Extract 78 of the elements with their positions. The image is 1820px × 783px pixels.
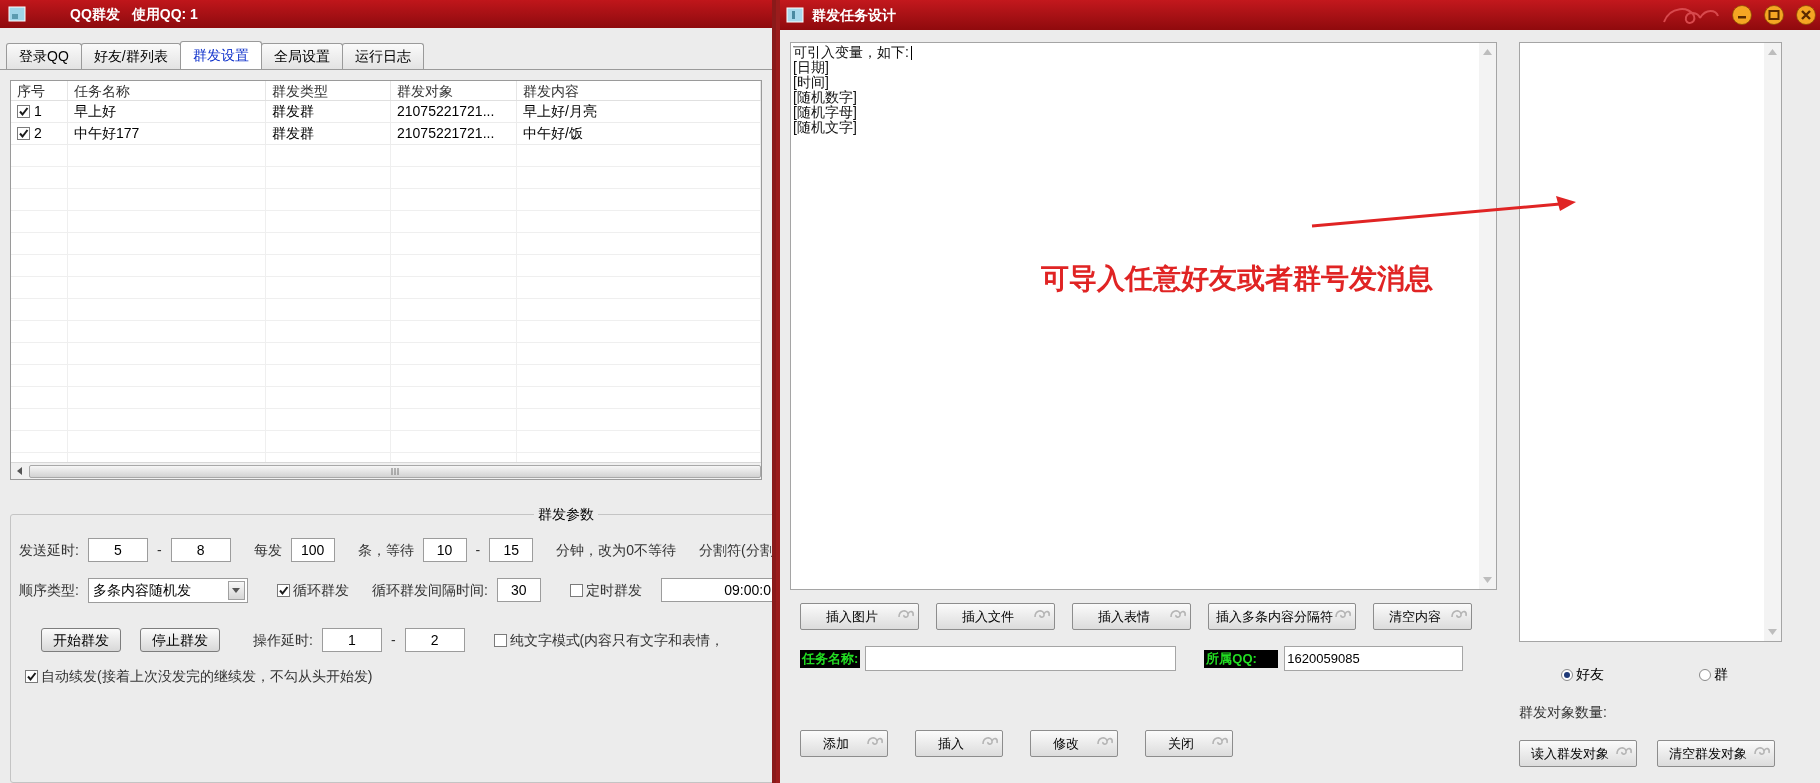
table-cell-text: 1 [34, 102, 42, 121]
checkbox-label: 自动续发(接着上次没发完的继续发，不勾从头开始发) [41, 666, 373, 686]
button[interactable]: 插入多条内容分隔符 [1208, 603, 1356, 630]
input-field[interactable]: 30 [496, 578, 541, 602]
label: 每发 [253, 540, 282, 560]
tab[interactable]: 好友/群列表 [80, 43, 181, 69]
column-header[interactable]: 群发类型 [266, 81, 391, 100]
label: 条，等待 [357, 540, 414, 560]
table-cell-text: 群发群 [272, 102, 314, 121]
dropdown[interactable]: 多条内容随机发 [87, 577, 248, 603]
checkbox-label: 纯文字模式(内容只有文字和表情， [509, 630, 725, 650]
column-header[interactable]: 任务名称 [68, 81, 266, 100]
table-cell-text: 早上好/月亮 [523, 102, 597, 121]
table-cell-text: 2 [34, 124, 42, 143]
window-title: QQ群发 [70, 4, 120, 24]
dash: - [475, 540, 481, 560]
table-cell-text: 早上好 [74, 102, 116, 121]
button[interactable]: 关闭 [1145, 730, 1233, 757]
radio-option[interactable]: 群 [1699, 664, 1728, 685]
table-cell-text: 21075221721... [397, 124, 495, 143]
radio-label: 好友 [1576, 665, 1604, 684]
field-label: 任务名称: [800, 649, 861, 668]
table-cell-text: 21075221721... [397, 102, 495, 121]
group-title: 群发参数 [534, 504, 598, 525]
input-field[interactable]: 10 [422, 538, 467, 562]
button[interactable]: 插入文件 [936, 603, 1055, 630]
checkbox-label: 定时群发 [585, 580, 642, 600]
button[interactable]: 读入群发对象 [1519, 740, 1637, 767]
button[interactable]: 清空内容 [1373, 603, 1472, 630]
button[interactable]: 插入 [915, 730, 1003, 757]
count-label: 群发对象数量: [1519, 703, 1608, 722]
dash: - [390, 630, 396, 650]
radio-label: 群 [1714, 665, 1728, 684]
input-field[interactable]: 100 [290, 538, 335, 562]
input-field[interactable]: 8 [170, 538, 231, 562]
button[interactable]: 开始群发 [41, 628, 121, 652]
input-field[interactable]: 2 [404, 628, 465, 652]
label: 循环群发间隔时间: [371, 580, 488, 600]
qq-field[interactable]: 1620059085 [1284, 646, 1464, 671]
label: 操作延时: [253, 630, 313, 650]
table-cell-text: 中午好177 [74, 124, 140, 143]
field-label: 所属QQ: [1204, 649, 1279, 668]
button[interactable]: 停止群发 [140, 628, 220, 652]
editor-line: [随机文字] [793, 120, 857, 135]
button[interactable]: 清空群发对象 [1657, 740, 1775, 767]
radio-option[interactable]: 好友 [1561, 664, 1604, 685]
editor-line: [日期] [793, 60, 829, 75]
table-cell-text: 中午好/饭 [523, 124, 583, 143]
qq-number-label: 使用QQ: 1 [131, 4, 198, 24]
window-title: 群发任务设计 [812, 5, 896, 25]
tab[interactable]: 群发设置 [179, 41, 262, 69]
input-field[interactable]: 15 [489, 538, 534, 562]
tab[interactable]: 全局设置 [260, 43, 343, 69]
dropdown-value: 多条内容随机发 [92, 580, 191, 600]
editor-line: [时间] [793, 75, 829, 90]
editor-line: 可引入变量，如下: [793, 45, 909, 60]
tab[interactable]: 登录QQ [6, 43, 82, 69]
checkbox-label: 循环群发 [292, 580, 349, 600]
button[interactable]: 插入表情 [1072, 603, 1191, 630]
column-header[interactable]: 序号 [11, 81, 68, 100]
column-header[interactable]: 群发内容 [517, 81, 761, 100]
label: 发送延时: [19, 540, 79, 560]
label: 分钟，改为0不等待 [556, 540, 677, 560]
table-cell-text: 群发群 [272, 124, 314, 143]
input-field[interactable]: 1 [321, 628, 382, 652]
annotation-text: 可导入任意好友或者群号发消息 [1041, 262, 1433, 296]
label: 顺序类型: [19, 580, 79, 600]
button[interactable]: 修改 [1030, 730, 1118, 757]
column-header[interactable]: 群发对象 [391, 81, 517, 100]
button[interactable]: 插入图片 [800, 603, 919, 630]
input-field[interactable]: 5 [87, 538, 148, 562]
editor-line: [随机数字] [793, 90, 857, 105]
dash: - [156, 540, 162, 560]
label: 分割符(分割 [699, 540, 772, 560]
editor-line: [随机字母] [793, 105, 857, 120]
tab[interactable]: 运行日志 [341, 43, 424, 69]
time-field[interactable]: 09:00:0 [660, 578, 772, 602]
button[interactable]: 添加 [800, 730, 888, 757]
